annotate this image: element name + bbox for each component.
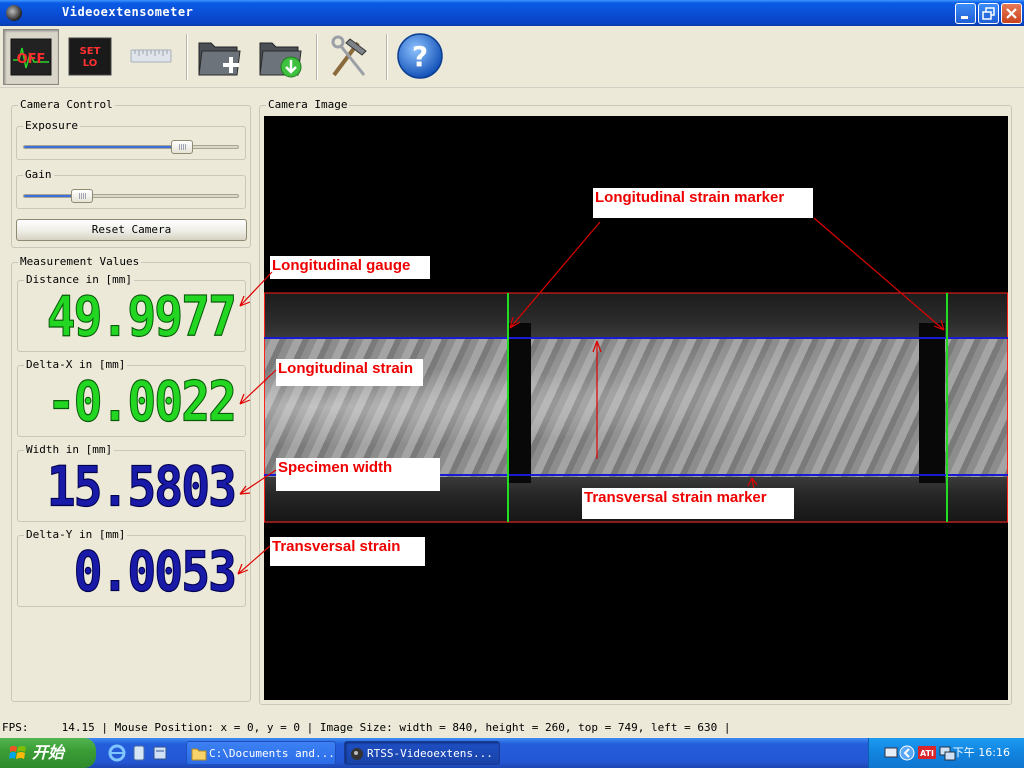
ati-icon[interactable]: ATI	[918, 746, 936, 759]
windows-logo-icon	[9, 746, 26, 759]
settings-button[interactable]	[322, 29, 378, 85]
annotation-arrows	[509, 217, 945, 491]
tray-expand-icon[interactable]	[899, 745, 915, 761]
taskbar-item-videoextensometer[interactable]: RTSS-Videoextens...	[344, 741, 500, 765]
title-bar: Videoextensometer	[0, 0, 1024, 26]
set-lo-icon: SET LO	[68, 37, 112, 76]
status-bar: FPS: 14.15 | Mouse Position: x = 0, y = …	[2, 721, 731, 734]
restore-button[interactable]	[978, 3, 999, 24]
taskbar-item-explorer[interactable]: C:\Documents and...	[186, 741, 336, 765]
help-icon: ?	[397, 33, 443, 79]
delta-y-group: Delta-Y in [mm] 0.0053	[17, 529, 246, 607]
start-label: 开始	[32, 743, 65, 762]
annotation-specimen-width: Specimen width	[276, 458, 440, 491]
svg-text:?: ?	[412, 40, 428, 73]
exposure-group: Exposure	[16, 120, 246, 160]
delta-x-group: Delta-X in [mm] -0.0022	[17, 359, 246, 437]
folder-icon	[191, 748, 207, 761]
gain-slider[interactable]	[23, 189, 239, 203]
save-file-button[interactable]	[254, 29, 310, 85]
tray-icons: ATI	[884, 745, 956, 761]
width-value: 15.5803	[46, 454, 237, 520]
close-icon	[1006, 8, 1017, 19]
off-label: OFF	[17, 52, 46, 67]
annotation-transversal-strain: Transversal strain	[270, 537, 425, 566]
exposure-label: Exposure	[23, 119, 80, 132]
delta-x-value: -0.0022	[46, 369, 237, 435]
toolbar-separator	[386, 34, 388, 80]
measurement-values-title: Measurement Values	[18, 255, 142, 268]
camera-off-button[interactable]: OFF	[3, 29, 59, 85]
taskbar: 开始 C:\Documents and... RTSS-Videoextens.…	[0, 738, 1024, 768]
keyboard-icon[interactable]	[884, 747, 898, 758]
new-file-button[interactable]	[193, 29, 249, 85]
tools-icon	[331, 35, 367, 77]
ie-icon[interactable]	[108, 744, 126, 762]
set-lo-button[interactable]: SET LO	[63, 29, 119, 85]
taskbar-item-videoextensometer-label: RTSS-Videoextens...	[367, 747, 493, 760]
folder-add-icon	[198, 42, 241, 76]
toolbar-separator	[186, 34, 188, 80]
window-title: Videoextensometer	[62, 5, 194, 19]
gain-slider-thumb[interactable]	[71, 189, 93, 203]
desktop-icon[interactable]	[153, 746, 167, 760]
exposure-slider-fill	[24, 146, 182, 148]
toolbar-separator	[316, 34, 318, 80]
gain-group: Gain	[16, 169, 246, 209]
ruler-icon	[130, 49, 172, 63]
taskbar-item-explorer-label: C:\Documents and...	[209, 747, 335, 760]
panel-annotation-arrows	[237, 271, 277, 575]
reset-camera-button[interactable]: Reset Camera	[16, 219, 247, 241]
annotation-longitudinal-gauge: Longitudinal gauge	[270, 256, 430, 279]
help-button[interactable]: ?	[393, 29, 449, 85]
set-lo-line1: SET	[80, 46, 101, 57]
camera-image-title: Camera Image	[266, 98, 350, 111]
camera-off-icon: OFF	[10, 38, 52, 76]
minimize-button[interactable]	[955, 3, 976, 24]
delta-y-value: 0.0053	[73, 539, 237, 605]
toolbar: OFF SET LO ?	[0, 26, 1024, 88]
annotation-longitudinal-strain-marker: Longitudinal strain marker	[593, 188, 813, 218]
annotation-transversal-strain-marker: Transversal strain marker	[582, 488, 794, 519]
set-lo-line2: LO	[83, 58, 98, 69]
distance-value: 49.9977	[46, 284, 237, 350]
quick-launch	[108, 744, 167, 762]
app-icon[interactable]	[6, 5, 22, 21]
folder-download-icon	[259, 42, 302, 78]
svg-text:ATI: ATI	[920, 749, 934, 758]
close-button[interactable]	[1001, 3, 1022, 24]
width-group: Width in [mm] 15.5803	[17, 444, 246, 522]
restore-icon	[982, 7, 995, 20]
gain-label: Gain	[23, 168, 54, 181]
system-tray: ATI 下午 16:16	[868, 738, 1024, 768]
camera-control-title: Camera Control	[18, 98, 115, 111]
exposure-slider-thumb[interactable]	[171, 140, 193, 154]
distance-group: Distance in [mm] 49.9977	[17, 274, 246, 352]
exposure-slider[interactable]	[23, 140, 239, 154]
start-button[interactable]: 开始	[0, 738, 96, 768]
camera-image-view[interactable]: Longitudinal strain marker Transversal s…	[264, 116, 1008, 700]
annotation-longitudinal-strain: Longitudinal strain	[276, 359, 423, 386]
clock: 下午 16:16	[952, 746, 1010, 759]
app-icon	[351, 748, 363, 760]
minimize-icon	[961, 16, 968, 19]
ruler-button[interactable]	[124, 29, 180, 85]
media-player-icon[interactable]	[133, 745, 145, 761]
